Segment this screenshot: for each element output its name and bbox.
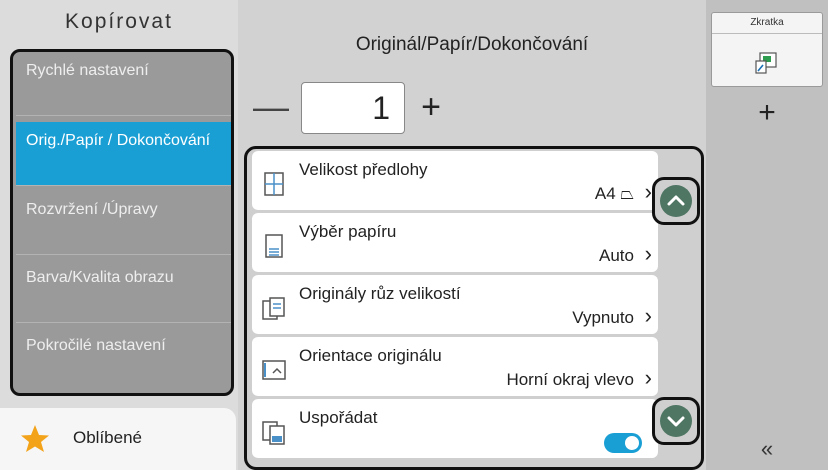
shortcut-icon [755,52,777,74]
orientation-icon [262,360,286,380]
main-panel: Originál/Papír/Dokončování — 1 + Velikos… [238,0,706,470]
chevron-up-icon [667,195,685,206]
original-size-icon [264,172,284,196]
app-title: Kopírovat [65,10,173,33]
setting-paper-selection[interactable]: Výběr papíru Auto › [252,213,658,272]
chevron-right-icon: › [644,241,652,266]
shortcut-card[interactable]: Zkratka [711,12,823,87]
sidebar-item-layout-edit[interactable]: Rozvržení /Úpravy [16,191,231,255]
collate-toggle[interactable] [604,433,642,453]
sidebar-item-original-paper-finishing[interactable]: Orig./Papír / Dokončování [16,122,231,186]
sidebar-item-color-quality[interactable]: Barva/Kvalita obrazu [16,259,231,323]
copies-input[interactable]: 1 [301,82,405,134]
shortcut-pane: Zkratka + « [706,0,828,470]
shortcut-title: Zkratka [712,13,822,34]
setting-label: Orientace originálu [299,346,442,365]
setting-original-orientation[interactable]: Orientace originálu Horní okraj vlevo › [252,337,658,396]
setting-value: Auto [599,246,634,265]
settings-list: Velikost předlohy A4 ⏢ › Výběr papíru Au… [244,146,704,470]
setting-label: Originály růz velikostí [299,284,461,303]
chevron-right-icon: › [644,179,652,204]
sidebar-item-label: Barva/Kvalita obrazu [26,269,174,286]
setting-mixed-size-originals[interactable]: Originály růz velikostí Vypnuto › [252,275,658,334]
chevron-right-icon: › [644,365,652,390]
setting-value: A4 ⏢ [594,184,634,203]
scroll-down-button[interactable] [652,397,700,445]
chevron-right-icon: › [644,303,652,328]
sidebar-item-quick-setup[interactable]: Rychlé nastavení [16,52,231,116]
setting-label: Uspořádat [299,408,378,427]
favorites-label: Oblíbené [73,428,142,447]
quantity-decrement-button[interactable]: — [253,84,289,134]
setting-original-size[interactable]: Velikost předlohy A4 ⏢ › [252,151,658,210]
sidebar-item-label: Rozvržení /Úpravy [26,201,158,218]
paper-select-icon [265,234,283,258]
page-title: Originál/Papír/Dokončování [355,34,589,55]
collate-icon [262,421,285,445]
setting-value: Vypnuto [572,308,634,327]
setting-collate[interactable]: Uspořádat [252,399,658,458]
sidebar-item-advanced[interactable]: Pokročilé nastavení [16,327,231,391]
setting-value: Horní okraj vlevo [506,370,634,389]
sidebar-item-label: Orig./Papír / Dokončování [26,132,211,149]
sidebar-item-label: Pokročilé nastavení [26,337,166,354]
mixed-size-icon [262,297,285,320]
collapse-panel-button[interactable]: « [706,436,828,462]
sidebar-item-label: Rychlé nastavení [26,62,149,79]
scroll-up-button[interactable] [652,177,700,225]
favorites-button[interactable]: Oblíbené [0,408,236,470]
add-shortcut-button[interactable]: + [706,96,828,130]
setting-label: Výběr papíru [299,222,397,241]
sidebar: Kopírovat Rychlé nastavení Orig./Papír /… [0,0,238,470]
chevron-down-icon [667,416,685,427]
setting-label: Velikost předlohy [299,160,428,179]
quantity-increment-button[interactable]: + [413,84,449,134]
sidebar-nav: Rychlé nastavení Orig./Papír / Dokončová… [10,49,234,396]
star-icon [21,425,49,452]
